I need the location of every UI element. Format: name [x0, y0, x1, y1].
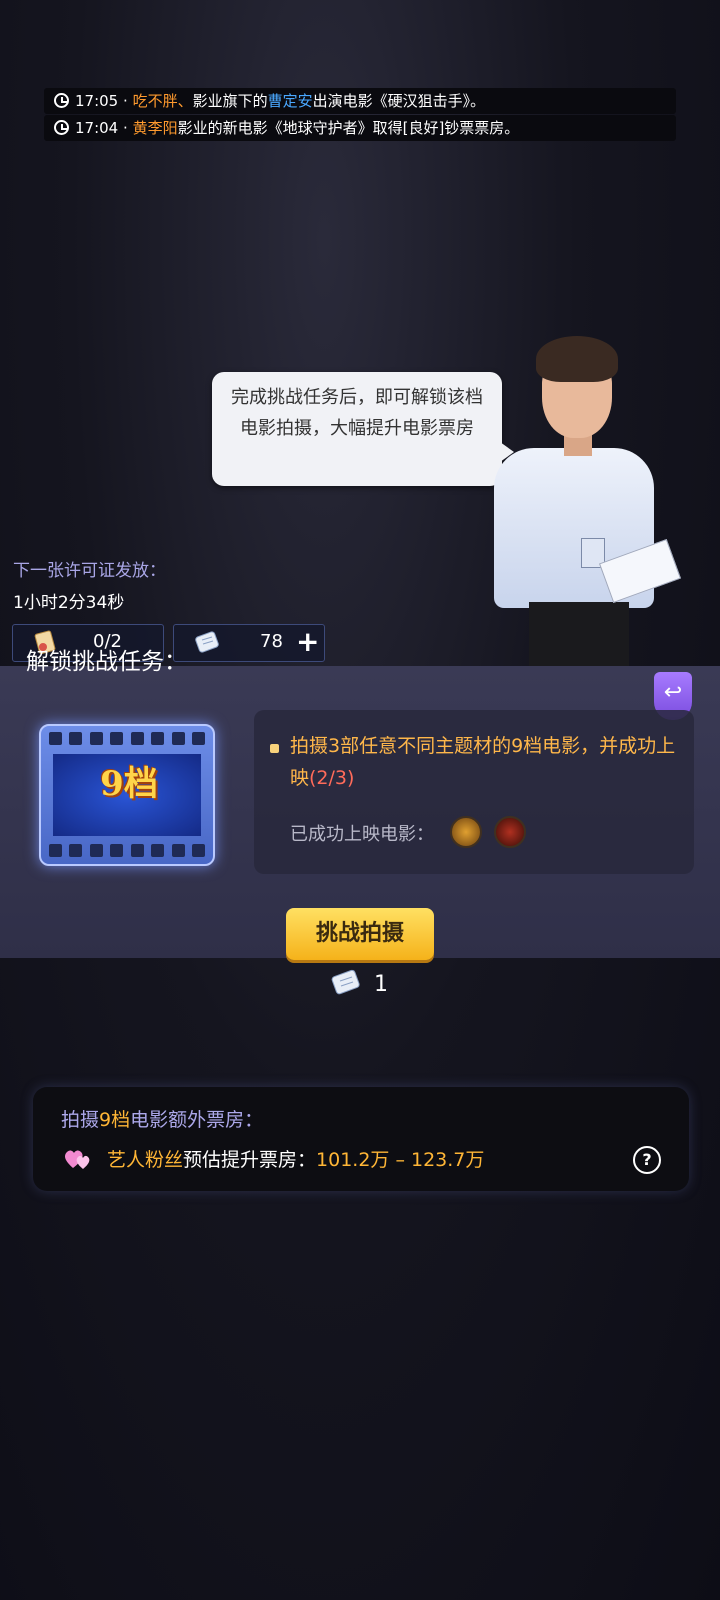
news-item: 17:05 · 吃不胖、影业旗下的曹定安出演电影《硬汉狙击手》。 [44, 88, 676, 114]
extra-boxoffice-panel: 拍摄9档电影额外票房： 艺人粉丝预估提升票房：101.2万 – 123.7万 ? [33, 1087, 689, 1191]
news-actor-name[interactable]: 曹定安 [268, 92, 313, 110]
task-box: 拍摄3部任意不同主题材的9档电影，并成功上映(2/3) 已成功上映电影： [254, 710, 694, 874]
news-separator: · [123, 92, 128, 110]
bonus-estimate-label: 预估提升票房： [183, 1149, 317, 1171]
news-text: 出演电影《硬汉狙击手》。 [312, 92, 486, 110]
bonus-title-prefix: 拍摄 [61, 1109, 100, 1131]
news-time: 17:05 [75, 92, 119, 110]
license-label: 下一张许可证发放： [13, 561, 166, 581]
license-countdown: 1小时2分34秒 [13, 593, 125, 613]
film-poster-icon[interactable] [494, 816, 526, 848]
assistant-character [484, 330, 684, 682]
challenge-cost: 1 [374, 972, 388, 997]
bonus-title: 拍摄9档电影额外票房： [61, 1105, 263, 1132]
unlock-title: 解锁挑战任务： [26, 649, 187, 675]
hearts-icon [65, 1150, 90, 1169]
bonus-range: 101.2万 – 123.7万 [316, 1149, 485, 1171]
news-time: 17:04 [75, 119, 119, 137]
script-count: 78 [260, 631, 283, 652]
film-level-label: 9档 [100, 764, 158, 804]
clock-icon [54, 93, 69, 108]
script-icon [195, 631, 219, 653]
script-icon [331, 969, 360, 995]
bonus-source: 艺人粉丝 [107, 1149, 184, 1171]
film-poster-icon[interactable] [450, 816, 482, 848]
news-studio-name[interactable]: 黄李阳 [133, 119, 178, 137]
help-icon[interactable]: ? [633, 1146, 661, 1174]
clock-icon [54, 120, 69, 135]
challenge-shoot-button[interactable]: 挑战拍摄 [286, 908, 434, 960]
news-text: 影业旗下的 [192, 92, 268, 110]
add-script-button[interactable]: + [296, 625, 319, 658]
bonus-title-suffix: 电影额外票房： [130, 1109, 264, 1131]
bonus-title-level: 9档 [99, 1109, 131, 1131]
news-item: 17:04 · 黄李阳影业的新电影《地球守护者》取得[良好]钞票票房。 [44, 115, 676, 141]
news-separator: · [123, 119, 128, 137]
bonus-estimate: 艺人粉丝预估提升票房：101.2万 – 123.7万 [107, 1145, 484, 1172]
bullet-icon [270, 744, 279, 753]
news-studio-name[interactable]: 吃不胖 [133, 92, 178, 110]
film-level-card: 9档 [39, 724, 215, 866]
news-text: 影业的新电影《地球守护者》取得[良好]钞票票房。 [177, 119, 520, 137]
film-holes [49, 732, 205, 746]
film-holes [49, 844, 205, 858]
released-films-label: 已成功上映电影： [290, 824, 434, 845]
news-punct: 、 [177, 92, 193, 110]
speech-bubble: 完成挑战任务后，即可解锁该档电影拍摄，大幅提升电影票房 [212, 372, 514, 486]
task-description: 拍摄3部任意不同主题材的9档电影，并成功上映(2/3) [290, 730, 680, 794]
task-progress: (2/3) [309, 767, 355, 789]
script-counter[interactable]: 78 + [173, 624, 325, 662]
